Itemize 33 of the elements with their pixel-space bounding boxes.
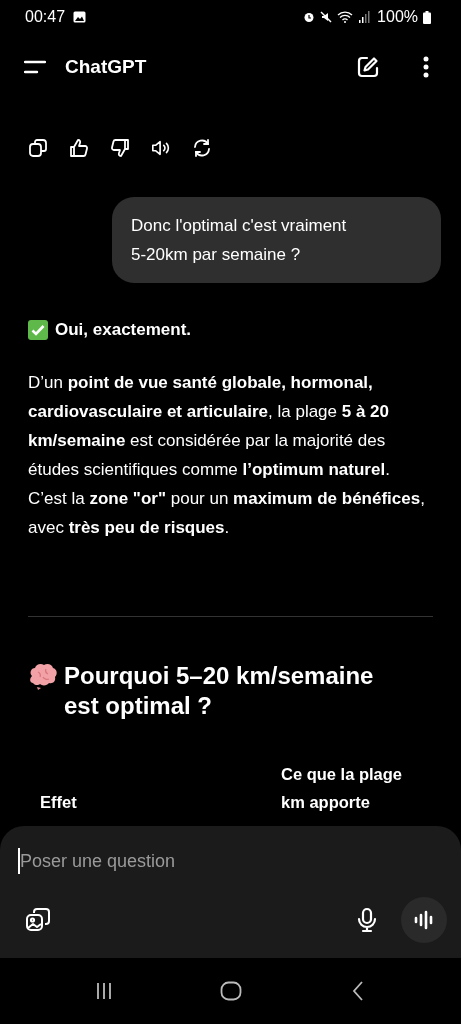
alarm-icon: [303, 11, 316, 23]
app-title: ChatGPT: [65, 56, 147, 78]
back-icon: [350, 981, 365, 1001]
thumbs-up-button[interactable]: [69, 137, 89, 159]
wifi-icon: [337, 11, 354, 23]
question-input[interactable]: Poser une question: [18, 848, 443, 874]
battery-level: 100%: [377, 8, 418, 26]
sound-wave-icon: [413, 910, 435, 930]
status-time: 00:47: [25, 8, 66, 26]
answer-paragraph: D’un point de vue santé globale, hormonal, cardiovasculaire et articulaire, la plage 5 à 20 km/semaine est considérée par la majorité des études scientifiques comme l’optimum naturel.: [28, 372, 391, 481]
pencil-square-icon: [356, 55, 380, 79]
answer-lead: Oui, exactement.: [55, 320, 192, 340]
images-icon: [25, 907, 51, 933]
voice-mode-button[interactable]: [401, 897, 447, 943]
check-mark-icon: [28, 320, 48, 340]
menu-icon: [24, 60, 46, 74]
answer-paragraph: C’est la zone "or" pour un maximum de bénéfices, avec très peu de risques.: [28, 488, 426, 539]
copy-button[interactable]: [28, 137, 48, 159]
user-message: Donc l'optimal c'est vraiment 5-20km par semaine ?: [112, 197, 441, 283]
home-icon: [219, 981, 242, 1001]
more-options-icon: [423, 56, 429, 78]
regenerate-button[interactable]: [192, 137, 212, 159]
signal-icon: [358, 11, 371, 23]
battery-icon: [423, 10, 431, 24]
mute-icon: [320, 11, 333, 23]
section-heading: Pourquoi 5–20 km/semaine est optimal ?: [64, 661, 375, 721]
brain-icon: [28, 662, 58, 690]
column-header: Ce que la plage km apporte: [281, 764, 403, 813]
recent-apps-icon: [94, 982, 113, 1000]
microphone-icon: [356, 907, 378, 933]
thumbs-down-button[interactable]: [110, 137, 130, 159]
gallery-icon: [73, 11, 87, 23]
column-header: Effet: [39, 792, 78, 813]
